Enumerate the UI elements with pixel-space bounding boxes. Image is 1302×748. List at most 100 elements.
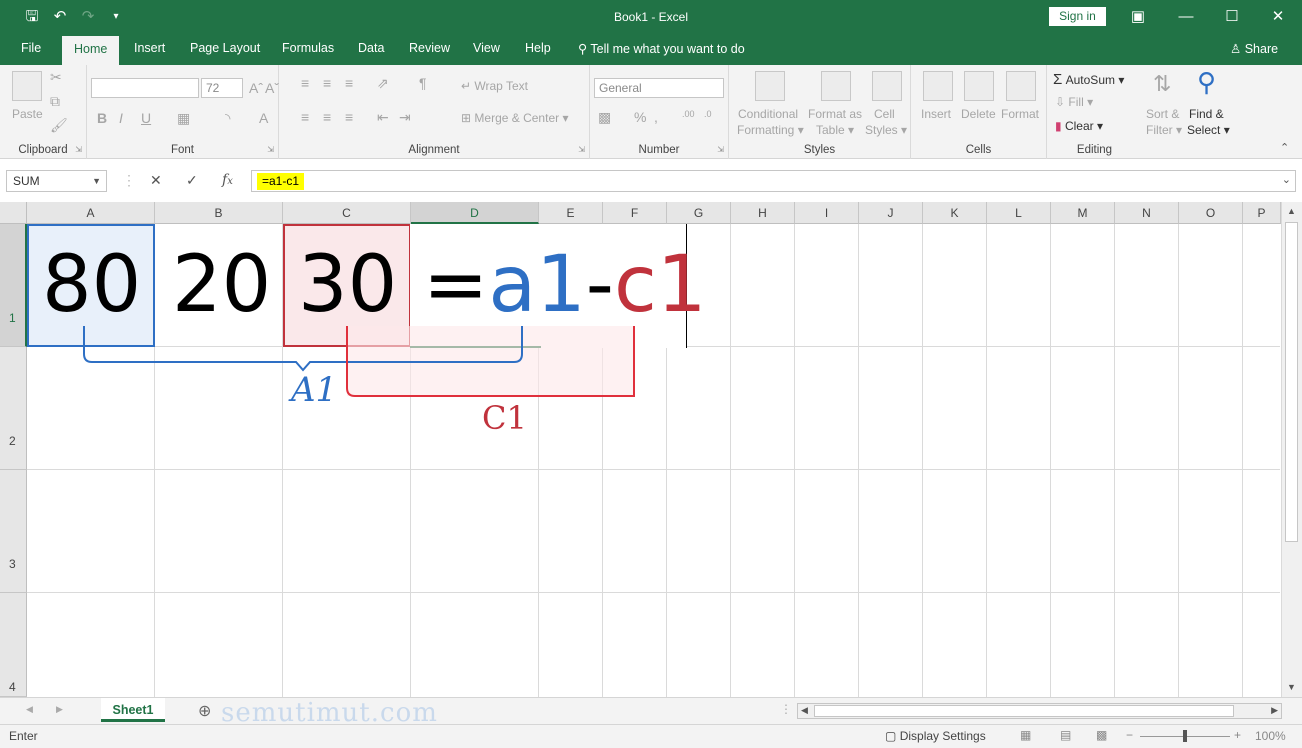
dialog-launcher-icon[interactable]: ⇲	[75, 145, 82, 154]
italic-icon[interactable]: I	[119, 110, 123, 126]
sheet-tab-sheet1[interactable]: Sheet1	[101, 698, 165, 722]
comma-style-icon[interactable]: ,	[654, 109, 658, 125]
collapse-ribbon-icon[interactable]: ⌃	[1280, 141, 1289, 154]
align-right-icon[interactable]: ≡	[345, 109, 353, 125]
delete-cells-button[interactable]: Delete	[961, 107, 996, 121]
maximize-button[interactable]: ☐	[1209, 4, 1255, 30]
align-middle-icon[interactable]: ≡	[323, 75, 331, 91]
align-bottom-icon[interactable]: ≡	[345, 75, 353, 91]
conditional-formatting-button[interactable]: Conditional	[738, 107, 798, 121]
minimize-button[interactable]: —	[1163, 4, 1209, 30]
tab-split-grip-icon[interactable]: ⋮	[780, 702, 792, 716]
name-box[interactable]: SUM ▼	[6, 170, 107, 192]
confirm-entry-icon[interactable]: ✓	[186, 172, 198, 189]
expand-formula-bar-icon[interactable]: ⌄	[1282, 173, 1291, 186]
tab-file[interactable]: File	[21, 41, 41, 55]
tab-insert[interactable]: Insert	[134, 41, 165, 55]
page-layout-view-icon[interactable]: ▤	[1060, 728, 1071, 742]
borders-icon[interactable]: ▦	[177, 110, 190, 127]
orientation-icon[interactable]: ⇗	[377, 75, 389, 92]
increase-indent-icon[interactable]: ⇥	[399, 109, 411, 126]
find-select-button-line2[interactable]: Select ▾	[1187, 123, 1230, 137]
display-settings-button[interactable]: ▢ Display Settings	[885, 729, 986, 743]
decrease-font-icon[interactable]: Aˇ	[265, 80, 279, 96]
zoom-in-icon[interactable]: +	[1234, 728, 1241, 742]
spreadsheet-grid[interactable]: A B C D E F G H I J K L M N O P 1 2 3 4 …	[0, 202, 1302, 697]
tab-help[interactable]: Help	[525, 41, 551, 55]
scroll-up-icon[interactable]: ▲	[1287, 206, 1296, 216]
tab-data[interactable]: Data	[358, 41, 384, 55]
increase-decimal-icon[interactable]: .00	[682, 109, 695, 119]
close-button[interactable]: ✕	[1255, 4, 1301, 30]
merge-center-button[interactable]: ⊞ Merge & Center ▾	[461, 111, 568, 125]
cancel-entry-icon[interactable]: ✕	[150, 172, 162, 189]
delete-cells-icon[interactable]	[964, 71, 994, 101]
cell-styles-button-line2[interactable]: Styles ▾	[865, 123, 907, 137]
scroll-left-icon[interactable]: ◀	[801, 705, 808, 716]
share-button[interactable]: ♙ Share	[1230, 41, 1278, 56]
insert-cells-icon[interactable]	[923, 71, 953, 101]
decrease-indent-icon[interactable]: ⇤	[377, 109, 389, 126]
tell-me-search[interactable]: ⚲ Tell me what you want to do	[578, 41, 745, 56]
tab-home[interactable]: Home	[62, 36, 120, 65]
align-top-icon[interactable]: ≡	[301, 75, 309, 91]
insert-function-icon[interactable]: fx	[222, 172, 233, 188]
font-color-icon[interactable]: A	[259, 110, 268, 126]
zoom-level[interactable]: 100%	[1255, 729, 1286, 743]
increase-font-icon[interactable]: Aˆ	[249, 80, 263, 96]
sort-filter-icon[interactable]: ⇅	[1153, 71, 1171, 97]
sort-filter-button-line2[interactable]: Filter ▾	[1146, 123, 1182, 137]
cut-icon[interactable]: ✂	[50, 69, 62, 86]
tab-page-layout[interactable]: Page Layout	[190, 41, 260, 55]
paste-icon[interactable]	[12, 71, 42, 101]
format-as-table-button[interactable]: Format as	[808, 107, 862, 121]
format-painter-icon[interactable]: 🖌	[50, 117, 68, 134]
conditional-formatting-button-line2[interactable]: Formatting ▾	[737, 123, 804, 137]
font-size-box[interactable]: 72	[201, 78, 243, 98]
wrap-text-button[interactable]: ↵ Wrap Text	[461, 79, 528, 93]
page-break-view-icon[interactable]: ▩	[1096, 728, 1107, 742]
formula-input[interactable]: =a1-c1 ⌄	[251, 170, 1296, 192]
normal-view-icon[interactable]: ▦	[1020, 728, 1031, 742]
copy-icon[interactable]: ⧉	[50, 93, 60, 110]
find-select-button[interactable]: Find &	[1189, 107, 1224, 121]
fill-button[interactable]: ⇩ Fill ▾	[1055, 95, 1093, 109]
underline-icon[interactable]: U	[141, 110, 151, 126]
tab-formulas[interactable]: Formulas	[282, 41, 334, 55]
clear-button[interactable]: ▮ Clear ▾	[1055, 119, 1103, 133]
chevron-down-icon[interactable]: ▼	[92, 171, 101, 191]
format-cells-button[interactable]: Format	[1001, 107, 1039, 121]
ribbon-display-options-icon[interactable]: ▣	[1115, 4, 1161, 30]
format-cells-icon[interactable]	[1006, 71, 1036, 101]
sheet-scroll-right-icon[interactable]: ▶	[56, 704, 63, 715]
decrease-decimal-icon[interactable]: .0	[704, 109, 712, 119]
zoom-slider-thumb[interactable]	[1183, 730, 1187, 742]
cell-styles-icon[interactable]	[872, 71, 902, 101]
horizontal-scroll-thumb[interactable]	[814, 705, 1234, 717]
align-center-icon[interactable]: ≡	[323, 109, 331, 125]
dialog-launcher-icon[interactable]: ⇲	[717, 145, 724, 154]
cell-styles-button[interactable]: Cell	[874, 107, 895, 121]
dialog-launcher-icon[interactable]: ⇲	[578, 145, 585, 154]
format-as-table-icon[interactable]	[821, 71, 851, 101]
align-left-icon[interactable]: ≡	[301, 109, 309, 125]
vertical-scroll-thumb[interactable]	[1285, 222, 1298, 542]
autosum-button[interactable]: Σ AutoSum ▾	[1053, 71, 1124, 88]
sort-filter-button[interactable]: Sort &	[1146, 107, 1179, 121]
number-format-box[interactable]: General	[594, 78, 724, 98]
zoom-out-icon[interactable]: −	[1126, 728, 1133, 742]
tab-view[interactable]: View	[473, 41, 500, 55]
rtl-icon[interactable]: ¶	[419, 75, 427, 91]
tab-review[interactable]: Review	[409, 41, 450, 55]
accounting-format-icon[interactable]: ▩	[598, 109, 611, 126]
conditional-formatting-icon[interactable]	[755, 71, 785, 101]
horizontal-scrollbar[interactable]: ◀ ▶	[797, 703, 1282, 719]
bold-icon[interactable]: B	[97, 110, 107, 126]
dialog-launcher-icon[interactable]: ⇲	[267, 145, 274, 154]
percent-icon[interactable]: %	[634, 109, 646, 125]
vertical-scrollbar[interactable]: ▲ ▼	[1281, 202, 1302, 697]
fill-color-icon[interactable]: ◝	[225, 110, 230, 127]
insert-cells-button[interactable]: Insert	[921, 107, 951, 121]
scroll-right-icon[interactable]: ▶	[1271, 705, 1278, 716]
sheet-scroll-left-icon[interactable]: ◀	[26, 704, 33, 715]
